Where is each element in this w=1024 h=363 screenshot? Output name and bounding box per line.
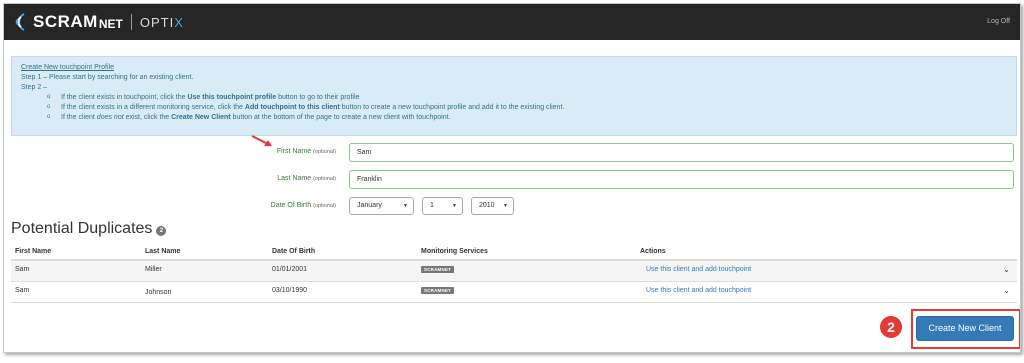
instruction-emphasis: Create New Client: [171, 114, 231, 121]
header-monitoring-services: Monitoring Services: [421, 248, 488, 255]
create-new-client-button[interactable]: Create New Client: [916, 316, 1014, 341]
product-name-main: OPTI: [139, 14, 175, 30]
label-text: First Name: [276, 148, 312, 155]
service-badge: SCRAMNET: [421, 266, 455, 273]
cell-last-name: Johnson: [145, 289, 172, 296]
instruction-emphasis: Add touchpoint to this client: [244, 104, 340, 111]
label-text: Last Name: [277, 175, 312, 182]
instruction-item: If the client exists in touchpoint, clic…: [47, 92, 1007, 103]
last-name-row: Last Name (optional) Franklin: [4, 170, 1020, 190]
select-value: 2010: [479, 202, 495, 209]
instruction-text: exist, click the: [123, 114, 172, 121]
dob-month-select[interactable]: January ▼: [349, 197, 414, 215]
instructions-list: If the client exists in touchpoint, clic…: [47, 92, 1007, 123]
dob-row: Date Of Birth (optional) January ▼ 1 ▼ 201…: [4, 197, 1020, 217]
optional-hint: (optional): [313, 149, 336, 155]
product-name: OPTIX: [140, 15, 184, 30]
caret-down-icon: ▼: [452, 203, 457, 209]
header-dob: Date Of Birth: [272, 248, 316, 255]
instruction-text: button at the bottom of the page to crea…: [230, 114, 451, 121]
brand-name: SCRAM: [33, 12, 98, 31]
instruction-emphasis: Use this touchpoint profile: [187, 94, 277, 101]
last-name-input[interactable]: Franklin: [349, 170, 1014, 189]
table-header: First Name Last Name Date Of Birth Monit…: [11, 244, 1017, 261]
brand-divider: [130, 14, 132, 30]
dob-label: Date Of Birth (optional): [271, 202, 336, 209]
cell-last-name: Miller: [145, 266, 162, 273]
instructions-step-2: Step 2 –: [21, 84, 48, 91]
first-name-row: First Name (optional) Sam: [4, 143, 1020, 163]
duplicates-title: Potential Duplicates: [11, 220, 153, 237]
scram-logo-icon: [15, 13, 25, 31]
table-row: Sam Johnson 03/10/1990 SCRAMNET Use this…: [11, 282, 1017, 303]
brand-logo[interactable]: SCRAM NET OPTIX: [10, 11, 184, 33]
duplicates-heading: Potential Duplicates 2: [11, 220, 167, 238]
instructions-step-1: Step 1 – Please start by searching for a…: [21, 74, 194, 81]
dob-year-select[interactable]: 2010 ▼: [471, 197, 514, 215]
instruction-text: If the client: [61, 114, 97, 121]
instruction-text: button to go to their profile: [276, 94, 360, 101]
app-window: SCRAM NET OPTIX Log Off Create New touch…: [3, 3, 1021, 353]
use-client-link[interactable]: Use this client and add touchpoint: [646, 266, 751, 273]
chevron-down-icon[interactable]: ⌄: [1003, 286, 1010, 295]
header-first-name: First Name: [15, 248, 52, 255]
cell-first-name: Sam: [15, 287, 30, 294]
service-badge: SCRAMNET: [421, 287, 455, 294]
cell-dob: 03/10/1990: [272, 287, 308, 294]
cell-first-name: Sam: [15, 266, 30, 273]
cell-monitoring-service: SCRAMNET: [421, 266, 455, 273]
select-value: 1: [430, 202, 434, 209]
instruction-text: If the client exists in touchpoint, clic…: [61, 94, 188, 101]
table-row: Sam Miller 01/01/2001 SCRAMNET Use this …: [11, 261, 1017, 282]
label-text: Date Of Birth: [270, 202, 312, 209]
instruction-item: If the client does not exist, click the …: [47, 112, 1007, 123]
header-actions: Actions: [640, 248, 666, 255]
dob-day-select[interactable]: 1 ▼: [422, 197, 463, 215]
use-client-link[interactable]: Use this client and add touchpoint: [646, 287, 751, 294]
top-navbar: SCRAM NET OPTIX Log Off: [4, 4, 1020, 40]
instructions-panel: Create New touchpoint Profile Step 1 – P…: [11, 56, 1017, 136]
annotation-step-marker: 2: [880, 316, 902, 338]
instruction-text: button to create a new touchpoint profil…: [339, 104, 565, 111]
last-name-label: Last Name (optional): [277, 175, 336, 182]
first-name-label: First Name (optional): [277, 148, 336, 155]
first-name-input[interactable]: Sam: [349, 143, 1014, 162]
product-name-x: X: [174, 14, 184, 30]
caret-down-icon: ▼: [403, 203, 408, 209]
instruction-italic: does not: [96, 114, 124, 121]
duplicates-table: First Name Last Name Date Of Birth Monit…: [11, 244, 1017, 303]
instruction-item: If the client exists in a different moni…: [47, 102, 1007, 113]
header-last-name: Last Name: [145, 248, 181, 255]
instruction-text: If the client exists in a different moni…: [61, 104, 245, 111]
cell-dob: 01/01/2001: [272, 266, 308, 273]
optional-hint: (optional): [313, 176, 336, 182]
select-value: January: [357, 202, 382, 209]
brand-name-suffix: NET: [98, 16, 123, 31]
duplicates-count-badge: 2: [156, 225, 167, 236]
chevron-down-icon[interactable]: ⌄: [1003, 265, 1010, 274]
logoff-link[interactable]: Log Off: [987, 18, 1010, 25]
caret-down-icon: ▼: [503, 203, 508, 209]
optional-hint: (optional): [313, 203, 336, 209]
cell-monitoring-service: SCRAMNET: [421, 287, 455, 294]
instructions-title[interactable]: Create New touchpoint Profile: [21, 63, 1007, 73]
